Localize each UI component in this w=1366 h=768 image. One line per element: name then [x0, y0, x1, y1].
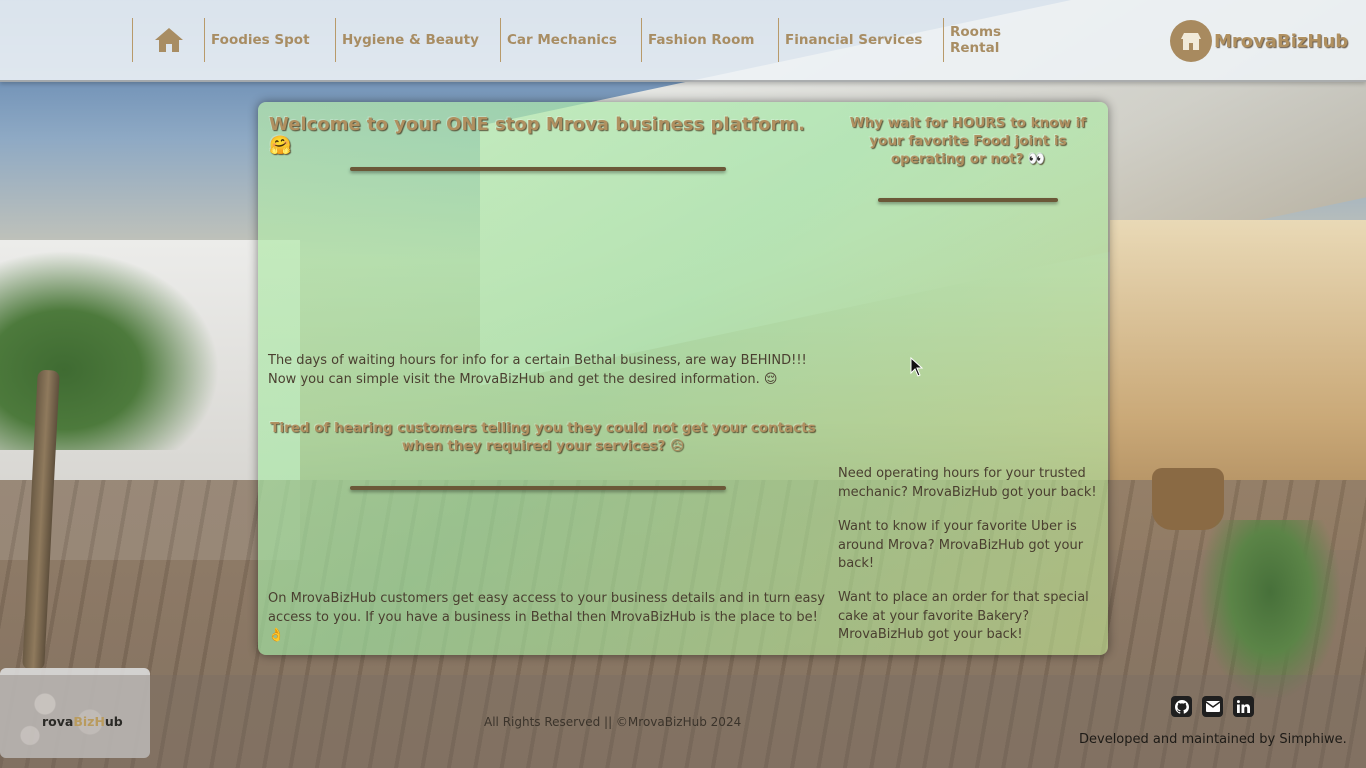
nav-menu: Foodies Spot Hygiene & Beauty Car Mechan… — [132, 18, 1053, 62]
brand-name: MrovaBizHub — [1214, 30, 1349, 52]
easy-access-paragraph: On MrovaBizHub customers get easy access… — [268, 591, 825, 643]
nav-item-rooms-rental[interactable]: Rooms Rental — [943, 18, 1053, 62]
developer-credit: Developed and maintained by Simphiwe. — [1079, 732, 1347, 747]
divider — [350, 167, 726, 171]
linkedin-icon[interactable] — [1233, 696, 1254, 717]
bakery-paragraph: Want to place an order for that special … — [838, 590, 1089, 642]
divider — [878, 198, 1058, 202]
divider — [350, 486, 726, 490]
mail-icon[interactable] — [1202, 696, 1223, 717]
intro-panel: Welcome to your ONE stop Mrova business … — [258, 102, 1108, 655]
background-plant — [1200, 520, 1340, 700]
nav-item-financial-services[interactable]: Financial Services — [778, 18, 943, 62]
welcome-heading: Welcome to your ONE stop Mrova business … — [269, 114, 805, 156]
copyright-text: All Rights Reserved || ©MrovaBizHub 2024 — [484, 715, 742, 729]
nav-item-car-mechanics[interactable]: Car Mechanics — [500, 18, 641, 62]
nav-item-fashion-room[interactable]: Fashion Room — [641, 18, 778, 62]
footer: rovaBizHub All Rights Reserved || ©Mrova… — [0, 675, 1366, 768]
home-icon — [154, 28, 183, 52]
github-icon[interactable] — [1171, 696, 1192, 717]
nav-home-link[interactable] — [132, 18, 204, 62]
nav-item-hygiene-beauty[interactable]: Hygiene & Beauty — [335, 18, 500, 62]
footer-logo: rovaBizHub — [42, 714, 123, 729]
social-links — [1171, 696, 1254, 717]
nav-item-foodies-spot[interactable]: Foodies Spot — [204, 18, 335, 62]
food-joint-heading: Why wait for HOURS to know if your favor… — [849, 115, 1087, 167]
tired-heading: Tired of hearing customers telling you t… — [270, 420, 816, 454]
shop-icon — [1170, 20, 1212, 62]
top-navbar: Foodies Spot Hygiene & Beauty Car Mechan… — [0, 0, 1366, 82]
background-palm-leaves — [0, 250, 220, 450]
brand-logo[interactable]: MrovaBizHub — [1170, 19, 1348, 63]
waiting-hours-paragraph: The days of waiting hours for info for a… — [268, 353, 807, 387]
mouse-cursor-icon — [910, 357, 924, 377]
uber-paragraph: Want to know if your favorite Uber is ar… — [838, 519, 1084, 571]
mechanic-paragraph: Need operating hours for your trusted me… — [838, 466, 1097, 500]
